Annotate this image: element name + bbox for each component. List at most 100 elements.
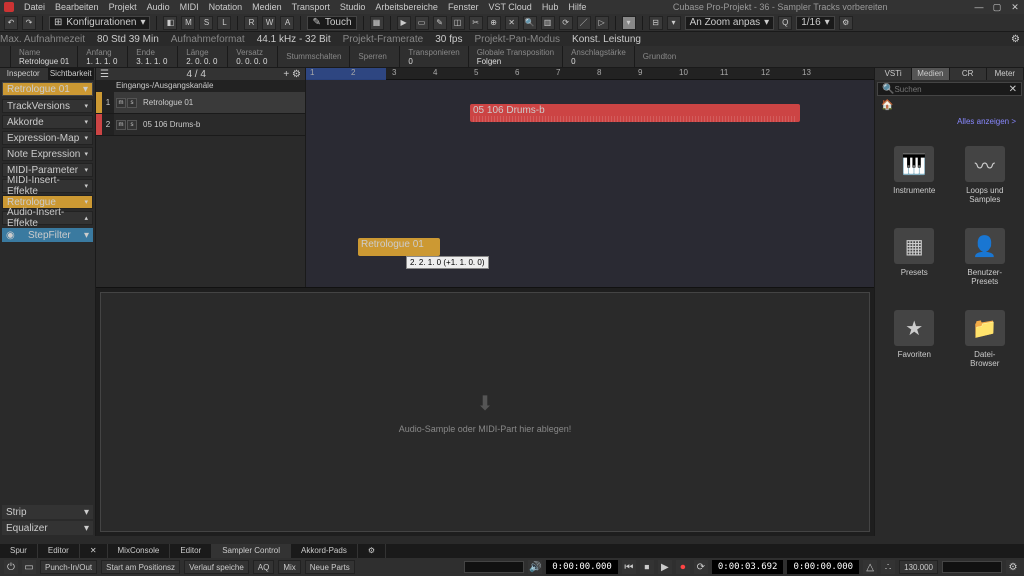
btab-spur[interactable]: Spur <box>0 544 38 558</box>
draw-tool-icon[interactable]: ✎ <box>433 16 447 30</box>
inspector-audio-inserts[interactable]: Audio-Insert-Effekte▴ <box>2 211 93 225</box>
menu-audio[interactable]: Audio <box>147 2 170 12</box>
solo-button[interactable]: s <box>127 98 137 108</box>
settings-icon[interactable]: ⚙ <box>1011 34 1020 45</box>
quantize-value[interactable]: 1/16▾ <box>796 16 835 30</box>
close-icon[interactable]: ✕ <box>1010 2 1020 13</box>
maximize-icon[interactable]: ▢ <box>992 2 1002 13</box>
s-button[interactable]: S <box>199 16 213 30</box>
menu-hilfe[interactable]: Hilfe <box>568 2 586 12</box>
sampler-drop-zone[interactable]: ⬇ Audio-Sample oder MIDI-Part hier ableg… <box>100 292 870 532</box>
snap-type-icon[interactable]: ▾ <box>667 16 681 30</box>
param-name-value[interactable]: Retrologue 01 <box>19 57 69 66</box>
mute-button[interactable]: m <box>116 98 126 108</box>
track-drums[interactable]: 2 ms 05 106 Drums-b <box>96 114 305 136</box>
media-presets[interactable]: ▦Presets <box>883 220 946 294</box>
menu-hub[interactable]: Hub <box>542 2 559 12</box>
r-button[interactable]: R <box>244 16 258 30</box>
play-tool-icon[interactable]: ▷ <box>595 16 609 30</box>
play-icon[interactable]: ▶ <box>658 560 672 574</box>
w-button[interactable]: W <box>262 16 276 30</box>
cursor-tool-icon[interactable]: ▶ <box>397 16 411 30</box>
menu-studio[interactable]: Studio <box>340 2 366 12</box>
timeline-ruler[interactable]: 1 2 3 4 5 6 7 8 9 10 11 12 13 <box>306 68 874 80</box>
aq-button[interactable]: AQ <box>253 560 275 574</box>
menu-bearbeiten[interactable]: Bearbeiten <box>55 2 99 12</box>
btab-editor[interactable]: Editor <box>38 544 80 558</box>
stepfilter-slot[interactable]: ◉StepFilter▾ <box>2 228 93 242</box>
tab-visibility[interactable]: Sichtbarkeit <box>48 68 96 80</box>
inspector-equalizer[interactable]: Equalizer▾ <box>2 521 93 535</box>
zoom-mode[interactable]: An Zoom anpas▾ <box>685 16 775 30</box>
btab-settings-icon[interactable]: ⚙ <box>358 544 386 558</box>
io-channels-folder[interactable]: Eingangs-/Ausgangskanäle <box>96 80 305 92</box>
color-tool-icon[interactable]: ▾ <box>622 16 636 30</box>
inspector-akkorde[interactable]: Akkorde▾ <box>2 115 93 129</box>
start-mode-button[interactable]: Start am Positionsz <box>101 560 180 574</box>
config-dropdown[interactable]: ⊞Konfigurationen▾ <box>49 16 150 30</box>
power-icon[interactable]: ⏻ <box>4 560 18 574</box>
tab-inspector[interactable]: Inspector <box>0 68 48 80</box>
zoom-tool-icon[interactable]: 🔍 <box>523 16 537 30</box>
transport-panel-icon[interactable]: ▭ <box>22 560 36 574</box>
inspector-note-expression[interactable]: Note Expression▾ <box>2 147 93 161</box>
media-favorites[interactable]: ★Favoriten <box>883 302 946 376</box>
tab-vsti[interactable]: VSTi <box>875 68 912 80</box>
mute-tool-icon[interactable]: ✕ <box>505 16 519 30</box>
btab-editor2[interactable]: Editor <box>170 544 212 558</box>
cycle-range[interactable] <box>306 68 386 80</box>
inspector-trackversions[interactable]: TrackVersions▾ <box>2 99 93 113</box>
scissors-tool-icon[interactable]: ✂ <box>469 16 483 30</box>
primary-time[interactable]: 0:00:03.692 <box>712 560 784 574</box>
comp-tool-icon[interactable]: ▥ <box>541 16 555 30</box>
m-button[interactable]: M <box>181 16 195 30</box>
menu-fenster[interactable]: Fenster <box>448 2 479 12</box>
menu-midi[interactable]: MIDI <box>180 2 199 12</box>
mute-button[interactable]: m <box>116 120 126 130</box>
undo-icon[interactable]: ↶ <box>4 16 18 30</box>
input-monitor-icon[interactable]: 🔊 <box>528 560 542 574</box>
media-file-browser[interactable]: 📁Datei-Browser <box>954 302 1017 376</box>
newparts-button[interactable]: Neue Parts <box>305 560 355 574</box>
menu-projekt[interactable]: Projekt <box>109 2 137 12</box>
redo-icon[interactable]: ↷ <box>22 16 36 30</box>
touch-mode[interactable]: ✎Touch <box>307 16 356 30</box>
inspector-track-name[interactable]: Retrologue 01▾ <box>2 82 93 96</box>
a-button[interactable]: A <box>280 16 294 30</box>
stop-icon[interactable]: ⏹ <box>640 560 654 574</box>
precount-icon[interactable]: ∴ <box>881 560 895 574</box>
add-track-icon[interactable]: + ⚙ <box>283 69 301 80</box>
search-input[interactable] <box>894 85 1008 94</box>
range-tool-icon[interactable]: ▭ <box>415 16 429 30</box>
btab-akkord-pads[interactable]: Akkord-Pads <box>291 544 358 558</box>
quantize-icon[interactable]: Q <box>778 16 792 30</box>
arrange-view[interactable]: 1 2 3 4 5 6 7 8 9 10 11 12 13 05 106 Dr <box>306 68 874 287</box>
inspector-midi-inserts[interactable]: MIDI-Insert-Effekte▾ <box>2 179 93 193</box>
show-all-link[interactable]: Alles anzeigen > <box>875 113 1024 130</box>
erase-tool-icon[interactable]: ◫ <box>451 16 465 30</box>
right-locator-time[interactable]: 0:00:00.000 <box>787 560 859 574</box>
output-settings-icon[interactable]: ⚙ <box>1006 560 1020 574</box>
l-button[interactable]: L <box>217 16 231 30</box>
rewind-icon[interactable]: ⏮ <box>622 560 636 574</box>
left-locator-time[interactable]: 0:00:00.000 <box>546 560 618 574</box>
tempo-value[interactable]: 130.000 <box>899 560 938 574</box>
mix-button[interactable]: Mix <box>278 560 300 574</box>
line-tool-icon[interactable]: ／ <box>577 16 591 30</box>
menu-notation[interactable]: Notation <box>209 2 243 12</box>
metronome-icon[interactable]: △ <box>863 560 877 574</box>
home-icon[interactable]: 🏠 <box>881 100 893 111</box>
media-instruments[interactable]: 🎹Instrumente <box>883 138 946 212</box>
media-loops[interactable]: 〰Loops und Samples <box>954 138 1017 212</box>
audio-clip-drums[interactable]: 05 106 Drums-b <box>470 104 800 122</box>
btab-close[interactable]: ✕ <box>80 544 108 558</box>
snap-icon[interactable]: ⊟ <box>649 16 663 30</box>
punch-button[interactable]: Punch-In/Out <box>40 560 97 574</box>
inspector-expression-map[interactable]: Expression-Map▾ <box>2 131 93 145</box>
menu-datei[interactable]: Datei <box>24 2 45 12</box>
glue-tool-icon[interactable]: ⊕ <box>487 16 501 30</box>
track-retrologue[interactable]: 1 ms Retrologue 01 <box>96 92 305 114</box>
warp-tool-icon[interactable]: ⟳ <box>559 16 573 30</box>
record-icon[interactable]: ⏺ <box>676 560 690 574</box>
btab-mixconsole[interactable]: MixConsole <box>108 544 171 558</box>
